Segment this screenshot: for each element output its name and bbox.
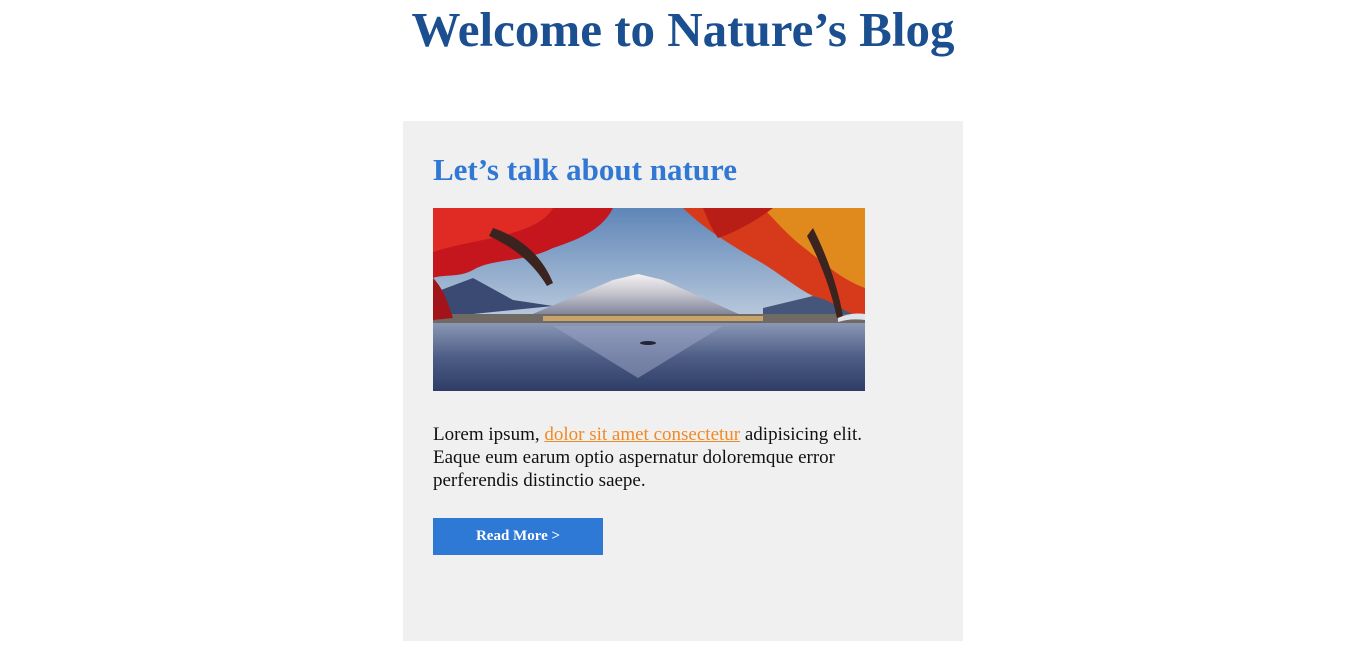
post-image xyxy=(433,208,865,391)
post-excerpt: Lorem ipsum, dolor sit amet consectetur … xyxy=(433,423,903,492)
read-more-button[interactable]: Read More > xyxy=(433,518,603,555)
page-title: Welcome to Nature’s Blog xyxy=(411,2,955,57)
blog-post-card: Let’s talk about nature Lorem ipsum, dol… xyxy=(403,121,963,641)
excerpt-text-start: Lorem ipsum, xyxy=(433,424,545,445)
excerpt-link[interactable]: dolor sit amet consectetur xyxy=(544,424,740,445)
post-heading: Let’s talk about nature xyxy=(433,152,737,187)
